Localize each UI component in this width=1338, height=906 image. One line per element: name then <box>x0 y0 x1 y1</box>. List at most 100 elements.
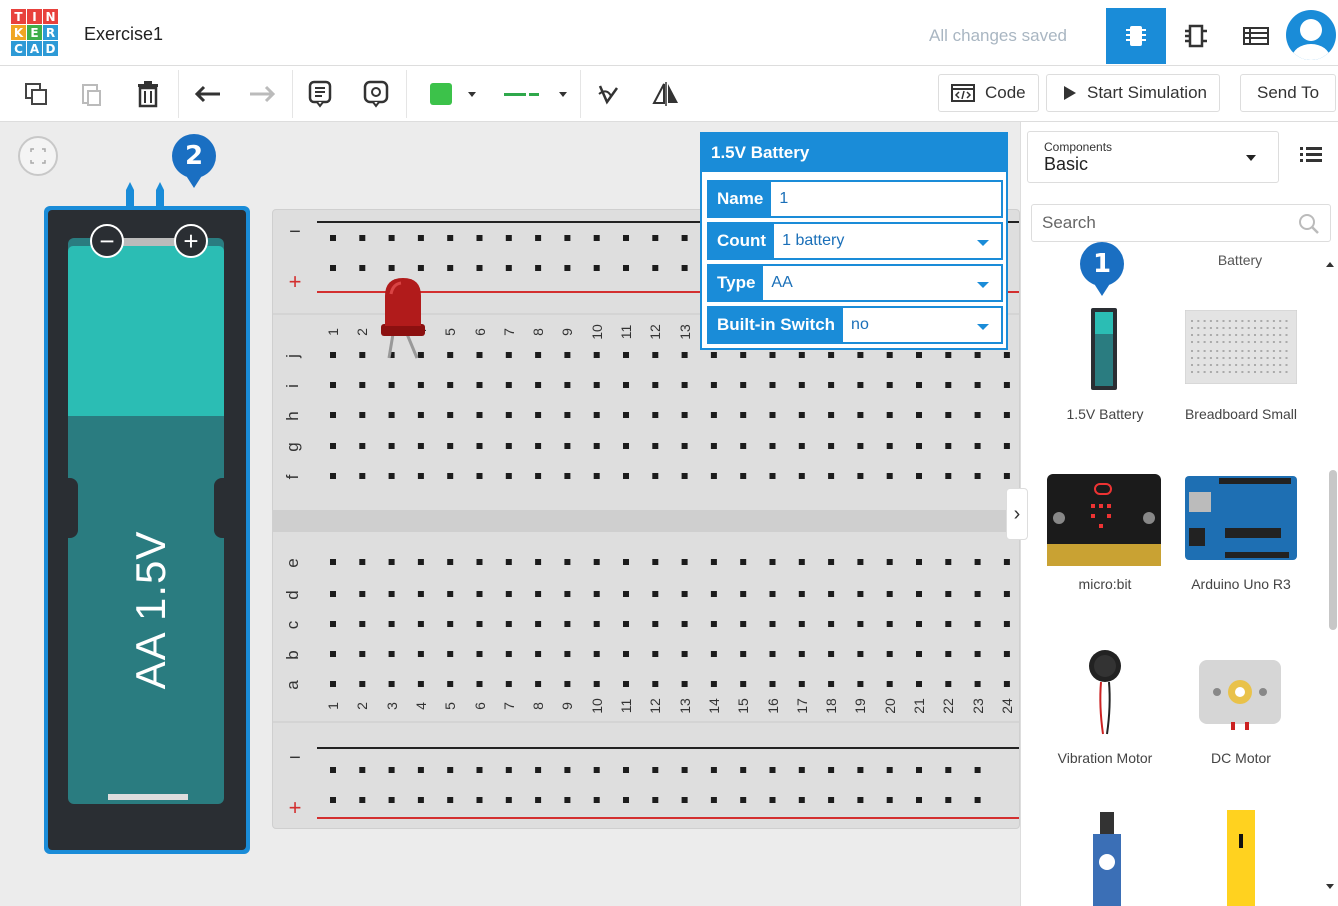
battery-component[interactable]: − + AA 1.5V <box>44 206 250 854</box>
zoom-to-fit-button[interactable] <box>18 136 58 176</box>
column-number: 23 <box>969 698 986 714</box>
arduino-thumbnail <box>1185 476 1297 560</box>
schematic-view-button[interactable] <box>1166 8 1226 64</box>
wire-type-picker[interactable] <box>494 78 576 110</box>
red-led[interactable] <box>375 274 431 364</box>
component-item-battery[interactable]: 1.5V Battery <box>1035 298 1175 428</box>
chevron-down-icon <box>977 324 989 330</box>
battery-thumbnail <box>1091 308 1117 390</box>
components-dropdown[interactable]: Components Basic <box>1027 131 1279 183</box>
type-select[interactable]: AA <box>763 266 1001 300</box>
panel-scrollbar[interactable] <box>1326 130 1338 906</box>
badge-number: 1 <box>1092 249 1112 279</box>
rail-minus-label: − <box>289 747 301 769</box>
type-value: AA <box>771 274 793 291</box>
annotation-button[interactable] <box>360 78 392 110</box>
switch-label: Built-in Switch <box>709 308 844 342</box>
row-letter: i <box>283 384 302 388</box>
name-input[interactable]: 1 <box>771 182 1001 216</box>
scroll-thumb[interactable] <box>1329 470 1337 630</box>
column-number: 10 <box>588 698 605 714</box>
speech-bubble-icon <box>363 80 389 108</box>
chip-icon <box>1126 26 1146 46</box>
notes-button[interactable] <box>304 78 336 110</box>
vibration-motor-thumbnail <box>1089 650 1121 735</box>
table-list-icon <box>1243 27 1269 45</box>
switch-select[interactable]: no <box>843 308 1001 342</box>
user-avatar[interactable] <box>1286 10 1336 60</box>
column-number: 21 <box>911 698 927 714</box>
circuit-view-button[interactable] <box>1106 8 1166 64</box>
search-icon <box>1299 214 1319 234</box>
color-swatch <box>430 83 452 105</box>
component-label: 1.5V Battery <box>1066 406 1144 422</box>
tinkercad-logo[interactable]: T I N K E R C A D <box>11 9 59 59</box>
badge-number: 2 <box>184 141 204 171</box>
negative-terminal[interactable]: − <box>90 224 124 258</box>
delete-button[interactable] <box>132 78 164 110</box>
gear-motor-thumbnail[interactable] <box>1221 810 1261 906</box>
column-number: 9 <box>559 702 576 710</box>
column-number: 1 <box>325 328 341 336</box>
component-item-breadboard-small[interactable]: Breadboard Small <box>1171 298 1311 428</box>
flip-icon <box>652 82 678 106</box>
component-label: Breadboard Small <box>1184 406 1298 422</box>
column-number: 6 <box>471 328 488 336</box>
battery-holder: − + AA 1.5V <box>48 210 246 850</box>
scroll-up-icon[interactable] <box>1326 262 1334 267</box>
rotate-button[interactable] <box>592 78 624 110</box>
start-simulation-button[interactable]: Start Simulation <box>1046 74 1220 112</box>
step-badge-1: 1 <box>1076 240 1128 302</box>
battery-cell <box>68 238 224 804</box>
paste-button[interactable] <box>76 78 108 110</box>
column-number: 12 <box>647 324 664 340</box>
row-letter: e <box>283 558 302 568</box>
component-item-dc-motor[interactable]: DC Motor <box>1171 640 1311 770</box>
battery-notch <box>214 478 224 538</box>
count-select[interactable]: 1 battery <box>774 224 1001 258</box>
components-dropdown-value: Basic <box>1044 154 1089 174</box>
positive-terminal[interactable]: + <box>174 224 208 258</box>
project-title[interactable]: Exercise1 <box>84 24 163 45</box>
logo-letter: I <box>27 9 42 24</box>
components-panel: Components Basic Search Battery 1.5V Bat… <box>1020 122 1338 906</box>
logo-letter: A <box>27 41 42 56</box>
component-label: DC Motor <box>1211 750 1271 766</box>
logo-letter: E <box>27 25 42 40</box>
component-item-vibration-motor[interactable]: Vibration Motor <box>1035 640 1175 770</box>
component-search-input[interactable]: Search <box>1031 204 1331 242</box>
component-label: Vibration Motor <box>1057 750 1153 766</box>
breadboard-center-channel <box>273 510 1019 532</box>
rail-minus-label: − <box>289 221 301 243</box>
redo-button[interactable] <box>246 78 278 110</box>
servo-thumbnail[interactable] <box>1087 812 1127 906</box>
send-to-button[interactable]: Send To <box>1240 74 1337 112</box>
note-icon <box>308 80 332 108</box>
code-button-label: Code <box>985 83 1026 102</box>
column-number: 8 <box>530 702 547 710</box>
color-picker[interactable] <box>420 78 486 110</box>
copy-button[interactable] <box>20 78 52 110</box>
column-number: 14 <box>705 698 722 714</box>
collapse-panel-button[interactable]: › <box>1006 488 1028 540</box>
component-item-microbit[interactable]: micro:bit <box>1035 468 1175 598</box>
code-button[interactable]: Code <box>938 74 1039 112</box>
type-property: Type AA <box>707 264 1003 302</box>
scroll-down-icon[interactable] <box>1326 884 1334 889</box>
rotate-icon <box>598 85 619 105</box>
component-item-arduino-uno[interactable]: Arduino Uno R3 <box>1171 468 1311 598</box>
play-icon <box>1064 86 1076 100</box>
battery-cap <box>68 246 224 416</box>
fit-view-icon <box>30 148 46 164</box>
save-status: All changes saved <box>929 26 1067 45</box>
list-view-toggle[interactable] <box>1299 144 1329 170</box>
undo-button[interactable] <box>192 78 224 110</box>
row-letter: h <box>283 411 302 421</box>
count-value: 1 battery <box>782 232 845 249</box>
column-number: 3 <box>383 702 400 710</box>
flip-button[interactable] <box>650 78 682 110</box>
column-number: 7 <box>500 328 517 336</box>
component-list-view-button[interactable] <box>1226 8 1286 64</box>
toolbar-divider <box>580 70 581 118</box>
logo-letter: D <box>43 41 58 56</box>
